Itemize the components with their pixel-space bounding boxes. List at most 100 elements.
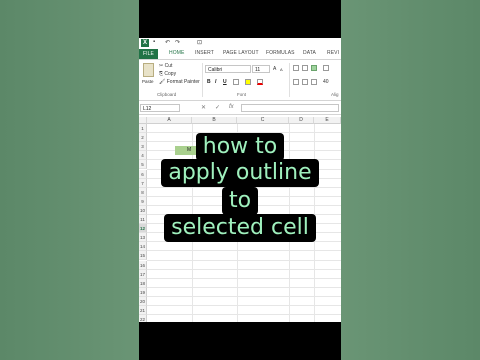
formula-input[interactable] (241, 104, 339, 112)
ribbon-separator (289, 63, 290, 97)
highlighted-cell[interactable]: M (175, 146, 205, 155)
row-header[interactable]: 9 (139, 196, 147, 206)
font-group-label: Font (237, 92, 247, 97)
align-right-icon[interactable] (311, 79, 317, 85)
shrink-font-button[interactable]: A (280, 67, 283, 72)
gridline (147, 132, 341, 134)
underline-button[interactable]: U (223, 79, 227, 85)
row-header[interactable]: 2 (139, 133, 147, 143)
background-right (341, 0, 480, 360)
gridline (147, 305, 341, 306)
gridline (147, 195, 341, 197)
gridline (147, 259, 341, 261)
font-size-select[interactable]: 11 (252, 65, 270, 73)
video-frame: X ▪ ↶ ↷ ⊡ FILE HOME INSERT PAGE LAYOUT F… (139, 0, 341, 360)
gridline (147, 168, 341, 170)
align-bottom-icon[interactable] (311, 65, 317, 71)
gridline (147, 223, 341, 225)
formula-bar: L12 ✕ ✓ fx (139, 102, 341, 115)
clipboard-group-label: Clipboard (157, 92, 177, 97)
grow-font-button[interactable]: A (273, 66, 276, 72)
cut-label: Cut (164, 63, 173, 69)
bold-button[interactable]: B (207, 79, 211, 85)
tab-data[interactable]: DATA (303, 50, 316, 56)
gridline (147, 186, 341, 188)
tab-file[interactable]: FILE (139, 49, 158, 59)
cut-button[interactable]: ✂ Cut (159, 63, 172, 69)
row-header[interactable]: 17 (139, 269, 147, 279)
gridline (147, 268, 341, 270)
italic-button[interactable]: I (215, 79, 216, 85)
row-header[interactable]: 11 (139, 215, 147, 225)
row-header[interactable]: 12 (139, 224, 147, 234)
cancel-icon[interactable]: ✕ (201, 104, 206, 111)
gridline (147, 141, 341, 143)
gridline (147, 250, 341, 252)
row-header[interactable]: 14 (139, 242, 147, 252)
column-header[interactable]: D (289, 117, 314, 124)
excel-logo-icon: X (141, 39, 149, 47)
gridline (147, 214, 341, 215)
gridline (147, 177, 341, 179)
align-left-icon[interactable] (293, 79, 299, 85)
insert-function-icon[interactable]: fx (229, 104, 234, 110)
redo-icon[interactable]: ↷ (175, 39, 180, 46)
font-name-select[interactable]: Calibri (205, 65, 251, 73)
row-header[interactable]: 15 (139, 251, 147, 261)
row-header[interactable]: 8 (139, 187, 147, 197)
tab-formulas[interactable]: FORMULAS (266, 50, 295, 56)
tab-review[interactable]: REVI (327, 50, 339, 56)
gridline (147, 277, 341, 279)
indent-button[interactable]: 40 (323, 79, 329, 85)
column-header[interactable]: E (314, 117, 341, 124)
borders-icon[interactable] (233, 79, 239, 85)
row-header[interactable]: 7 (139, 178, 147, 188)
tab-page-layout[interactable]: PAGE LAYOUT (223, 50, 259, 56)
tab-insert[interactable]: INSERT (195, 50, 214, 56)
format-painter-button[interactable]: 🖌 Format Painter (159, 79, 200, 85)
spreadsheet-grid[interactable]: A B C D E 1 2 3 4 5 6 7 8 9 10 11 12 13 14 15 16 17 18 19 2… (139, 117, 341, 322)
quick-access-toolbar: X ▪ ↶ ↷ ⊡ (139, 38, 341, 49)
row-header[interactable]: 5 (139, 160, 147, 170)
format-painter-label: Format Painter (166, 79, 200, 85)
row-header[interactable]: 4 (139, 151, 147, 161)
row-header[interactable]: 16 (139, 260, 147, 270)
gridline (147, 286, 341, 288)
row-header[interactable]: 18 (139, 278, 147, 288)
ribbon-tabs: FILE HOME INSERT PAGE LAYOUT FORMULAS DA… (139, 49, 341, 60)
tab-home[interactable]: HOME (169, 50, 184, 56)
enter-icon[interactable]: ✓ (215, 104, 220, 111)
select-all-corner[interactable] (139, 117, 147, 124)
row-header[interactable]: 10 (139, 205, 147, 215)
row-header[interactable]: 6 (139, 169, 147, 179)
undo-icon[interactable]: ↶ (165, 39, 170, 46)
excel-window: X ▪ ↶ ↷ ⊡ FILE HOME INSERT PAGE LAYOUT F… (139, 38, 341, 322)
row-header[interactable]: 22 (139, 315, 147, 322)
row-header[interactable]: 13 (139, 233, 147, 243)
orientation-icon[interactable] (323, 65, 329, 71)
align-center-icon[interactable] (302, 79, 308, 85)
paste-label[interactable]: Paste (142, 79, 154, 84)
paste-icon[interactable] (143, 63, 154, 77)
row-header[interactable]: 21 (139, 306, 147, 316)
column-header[interactable]: C (237, 117, 289, 124)
gridline (147, 314, 341, 316)
copy-button[interactable]: ⎘ Copy (159, 71, 176, 77)
font-color-icon[interactable] (257, 79, 263, 85)
customize-qat-icon[interactable]: ⊡ (197, 39, 202, 46)
row-header[interactable]: 20 (139, 296, 147, 306)
save-icon[interactable]: ▪ (153, 39, 155, 45)
gridline (147, 241, 341, 243)
row-header[interactable]: 3 (139, 142, 147, 152)
column-header[interactable]: B (192, 117, 237, 124)
column-header[interactable]: A (147, 117, 192, 124)
gridline (147, 159, 341, 161)
align-middle-icon[interactable] (302, 65, 308, 71)
align-top-icon[interactable] (293, 65, 299, 71)
name-box[interactable]: L12 (140, 104, 180, 112)
row-header[interactable]: 19 (139, 287, 147, 297)
fill-color-icon[interactable] (245, 79, 251, 85)
row-header[interactable]: 1 (139, 124, 147, 134)
gridline (147, 204, 341, 206)
gridline (147, 295, 341, 297)
